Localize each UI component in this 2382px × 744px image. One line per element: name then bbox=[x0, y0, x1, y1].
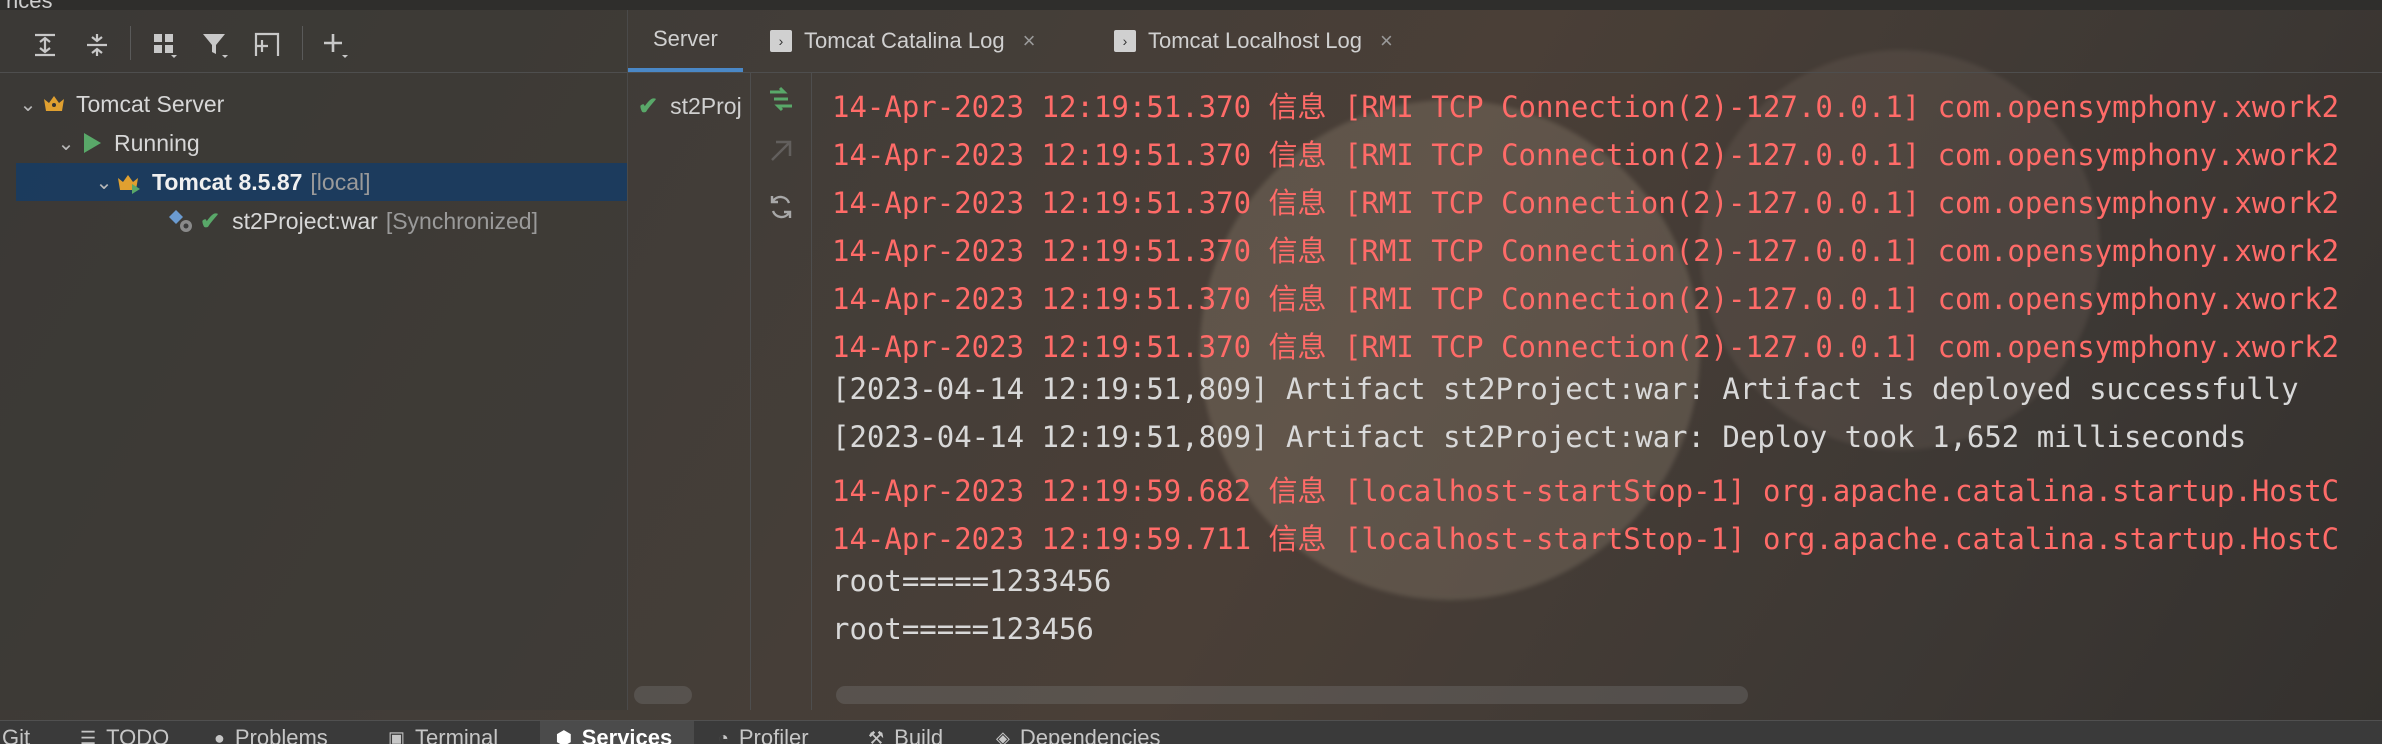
tab-server[interactable]: Server bbox=[628, 10, 743, 72]
group-icon[interactable] bbox=[148, 28, 182, 62]
tool-tab-build[interactable]: ⚒ Build bbox=[868, 721, 943, 744]
undeploy-icon[interactable] bbox=[764, 134, 798, 168]
log-line: 14-Apr-2023 12:19:51.370 信息 [RMI TCP Con… bbox=[832, 234, 2340, 268]
log-line: [2023-04-14 12:19:51,809] Artifact st2Pr… bbox=[832, 420, 2247, 454]
log-line: 14-Apr-2023 12:19:51.370 信息 [RMI TCP Con… bbox=[832, 138, 2340, 172]
close-icon[interactable]: × bbox=[1023, 28, 1036, 54]
tool-tab-terminal[interactable]: ▣ Terminal bbox=[388, 721, 498, 744]
log-file-icon: › bbox=[1114, 30, 1136, 52]
chevron-down-icon[interactable]: ⌄ bbox=[54, 131, 78, 156]
tool-tab-label: Git bbox=[2, 725, 31, 744]
tool-tab-label: Dependencies bbox=[1019, 725, 1161, 744]
expand-all-icon[interactable] bbox=[28, 28, 62, 62]
deployment-horizontal-scrollbar[interactable] bbox=[634, 686, 692, 704]
tool-tab-label: Services bbox=[581, 725, 673, 744]
tree-item-running[interactable]: ⌄ Running bbox=[16, 124, 627, 162]
artifact-status: [Synchronized] bbox=[385, 207, 538, 234]
artifact-icon bbox=[168, 208, 196, 234]
server-name: Tomcat 8.5.87 bbox=[152, 168, 303, 195]
problems-icon: ● bbox=[214, 728, 225, 744]
new-tab-icon[interactable] bbox=[250, 28, 284, 62]
tab-label: Server bbox=[653, 26, 718, 51]
run-icon bbox=[78, 132, 106, 154]
deployment-item[interactable]: ✔ st2Proj bbox=[638, 92, 742, 121]
log-line: [2023-04-14 12:19:51,809] Artifact st2Pr… bbox=[832, 372, 2299, 406]
log-line: 14-Apr-2023 12:19:51.370 信息 [RMI TCP Con… bbox=[832, 90, 2340, 124]
collapse-all-icon[interactable] bbox=[80, 28, 114, 62]
profiler-icon: ◔ bbox=[718, 728, 729, 744]
title-strip: rices bbox=[0, 0, 2382, 13]
close-icon[interactable]: × bbox=[1380, 28, 1393, 54]
tool-tab-label: Problems bbox=[234, 725, 328, 744]
deployment-actions bbox=[751, 72, 812, 710]
console-output[interactable]: 14-Apr-2023 12:19:51.370 信息 [RMI TCP Con… bbox=[812, 72, 2382, 672]
tree-item-label: Tomcat Server bbox=[76, 90, 225, 117]
tree-item-label: Running bbox=[114, 129, 200, 156]
tab-label: Tomcat Localhost Log bbox=[1148, 28, 1363, 53]
toolbar-separator bbox=[302, 26, 303, 60]
tool-tab-label: Profiler bbox=[738, 725, 809, 744]
chevron-down-icon[interactable]: ⌄ bbox=[92, 170, 116, 195]
log-line: root=====1233456 bbox=[832, 564, 1112, 598]
toolbar-separator bbox=[130, 26, 131, 60]
log-line: 14-Apr-2023 12:19:51.370 信息 [RMI TCP Con… bbox=[832, 186, 2340, 220]
tool-tab-services[interactable]: ⬢ Services bbox=[540, 721, 695, 744]
tool-tab-profiler[interactable]: ◔ Profiler bbox=[718, 721, 809, 744]
services-detail-panel: Server › Tomcat Catalina Log × › Tomcat … bbox=[628, 10, 2382, 710]
tool-tab-label: Terminal bbox=[415, 725, 499, 744]
log-line: 14-Apr-2023 12:19:59.711 信息 [localhost-s… bbox=[832, 522, 2340, 556]
tool-tab-label: TODO bbox=[106, 725, 170, 744]
tab-bar: Server › Tomcat Catalina Log × › Tomcat … bbox=[628, 10, 2382, 73]
terminal-icon: ▣ bbox=[388, 728, 406, 744]
console-horizontal-scrollbar[interactable] bbox=[836, 686, 1748, 704]
log-line: 14-Apr-2023 12:19:51.370 信息 [RMI TCP Con… bbox=[832, 282, 2340, 316]
tool-tab-git[interactable]: Git bbox=[2, 721, 30, 744]
artifact-name: st2Project:war bbox=[232, 207, 378, 234]
ide-window: rices ⌄ Tomcat Server ⌄ Running ⌄ Tomcat… bbox=[0, 0, 2382, 744]
refresh-icon[interactable] bbox=[764, 190, 798, 224]
dependencies-icon: ◈ bbox=[996, 728, 1010, 744]
log-line: 14-Apr-2023 12:19:59.682 信息 [localhost-s… bbox=[832, 474, 2340, 508]
services-icon: ⬢ bbox=[556, 728, 572, 744]
deployment-list: ✔ st2Proj bbox=[628, 72, 751, 710]
log-file-icon: › bbox=[770, 30, 792, 52]
build-icon: ⚒ bbox=[868, 728, 885, 744]
tab-tomcat-catalina-log[interactable]: › Tomcat Catalina Log × bbox=[770, 10, 1035, 72]
server-tag: [local] bbox=[310, 168, 371, 195]
tool-tab-label: Build bbox=[894, 725, 944, 744]
tomcat-icon bbox=[40, 93, 68, 115]
tree-item-tomcat-instance[interactable]: ⌄ Tomcat 8.5.87 [local] bbox=[16, 163, 627, 201]
tab-label: Tomcat Catalina Log bbox=[804, 28, 1005, 53]
list-icon: ☰ bbox=[80, 728, 97, 744]
chevron-down-icon[interactable]: ⌄ bbox=[16, 92, 40, 117]
tool-tab-dependencies[interactable]: ◈ Dependencies bbox=[996, 721, 1161, 744]
tree-item-artifact[interactable]: ✔ st2Project:war [Synchronized] bbox=[16, 202, 627, 240]
check-icon: ✔ bbox=[200, 207, 221, 235]
tab-tomcat-localhost-log[interactable]: › Tomcat Localhost Log × bbox=[1114, 10, 1393, 72]
tool-window-bar: Git ☰ TODO ● Problems ▣ Terminal ⬢ Servi… bbox=[0, 720, 2382, 744]
check-icon: ✔ bbox=[638, 93, 659, 120]
tree-item-tomcat-server[interactable]: ⌄ Tomcat Server bbox=[16, 85, 627, 123]
tomcat-running-icon bbox=[116, 170, 144, 194]
services-toolbar bbox=[0, 10, 627, 73]
deployment-label: st2Proj bbox=[670, 93, 742, 119]
tool-tab-todo[interactable]: ☰ TODO bbox=[80, 721, 169, 744]
filter-icon[interactable] bbox=[198, 28, 232, 62]
log-line: root=====123456 bbox=[832, 612, 1094, 646]
services-tree-panel: ⌄ Tomcat Server ⌄ Running ⌄ Tomcat 8.5.8… bbox=[0, 10, 628, 710]
log-line: 14-Apr-2023 12:19:51.370 信息 [RMI TCP Con… bbox=[832, 330, 2340, 364]
add-icon[interactable] bbox=[318, 28, 352, 62]
deploy-icon[interactable] bbox=[764, 82, 798, 116]
tool-tab-problems[interactable]: ● Problems bbox=[214, 721, 328, 744]
